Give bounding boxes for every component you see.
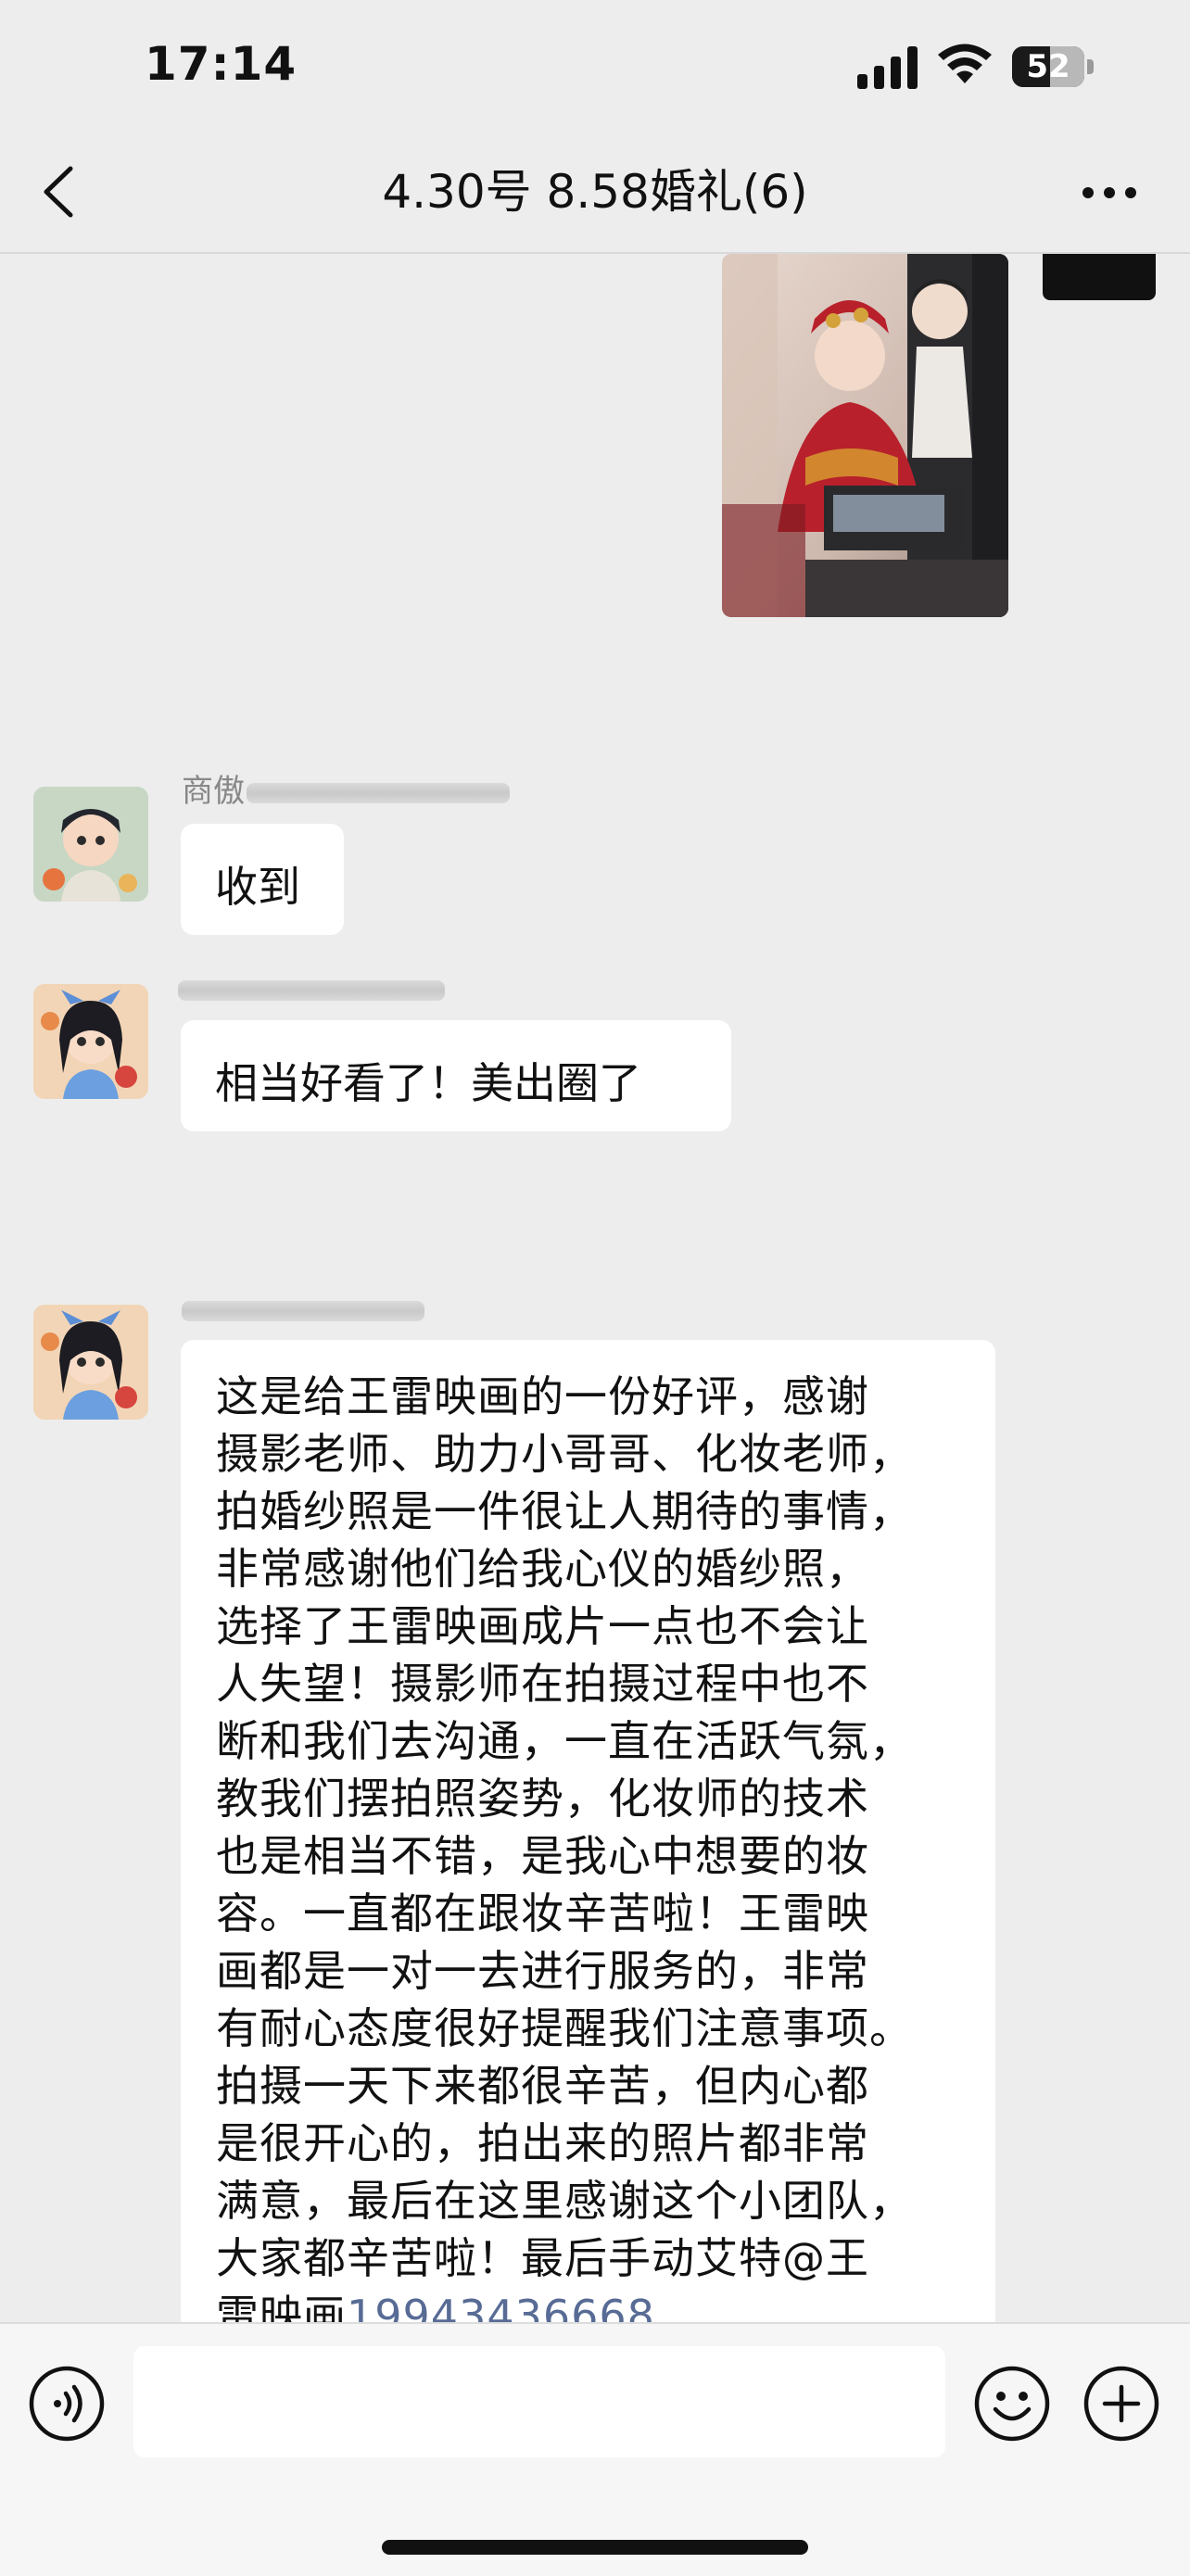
more-icon[interactable] <box>1081 174 1138 211</box>
battery-level: 52 <box>1026 48 1070 85</box>
wedding-photo <box>722 254 1008 617</box>
message-text: 收到 <box>215 862 300 912</box>
battery-icon: 52 <box>1012 46 1095 87</box>
message-text: 这是给王雷映画的一份好评，感谢 摄影老师、助力小哥哥、化妆老师， 拍婚纱照是一件… <box>181 1340 995 2322</box>
redacted-name <box>178 980 445 1001</box>
message-bubble[interactable]: 这是给王雷映画的一份好评，感谢 摄影老师、助力小哥哥、化妆老师， 拍婚纱照是一件… <box>181 1340 995 2322</box>
cellular-signal-icon <box>857 46 918 89</box>
message-bubble[interactable]: 收到 <box>181 824 344 935</box>
image-message[interactable] <box>722 254 1008 617</box>
message-list[interactable]: 商傲 收到 相当好看了！美出圈了 这是给王雷映画的一份好评，感谢 摄影老师、助力… <box>0 254 1190 2322</box>
chat-header: 4.30号 8.58婚礼(6) <box>0 139 1190 254</box>
partial-image-thumbnail[interactable] <box>1043 254 1156 300</box>
emoji-icon[interactable] <box>973 2365 1051 2443</box>
redacted-name <box>247 783 510 803</box>
phone-link[interactable]: 19943436668 <box>347 2291 655 2322</box>
plus-icon[interactable] <box>1082 2365 1160 2443</box>
message-input[interactable] <box>133 2346 945 2457</box>
avatar[interactable] <box>33 787 148 902</box>
redacted-name <box>182 1301 424 1321</box>
input-bar <box>0 2322 1190 2576</box>
message-bubble[interactable]: 相当好看了！美出圈了 <box>181 1020 731 1131</box>
status-time: 17:14 <box>145 37 298 91</box>
voice-icon[interactable] <box>28 2365 106 2443</box>
avatar[interactable] <box>33 984 148 1099</box>
wifi-icon <box>938 44 992 83</box>
home-indicator <box>382 2540 808 2555</box>
message-body: 这是给王雷映画的一份好评，感谢 摄影老师、助力小哥哥、化妆老师， 拍婚纱照是一件… <box>216 1371 913 2322</box>
sender-name: 商傲 <box>182 773 245 810</box>
chat-title: 4.30号 8.58婚礼(6) <box>382 165 808 219</box>
message-text: 相当好看了！美出圈了 <box>215 1058 641 1108</box>
avatar[interactable] <box>33 1305 148 1420</box>
status-bar: 17:14 52 <box>0 0 1190 139</box>
